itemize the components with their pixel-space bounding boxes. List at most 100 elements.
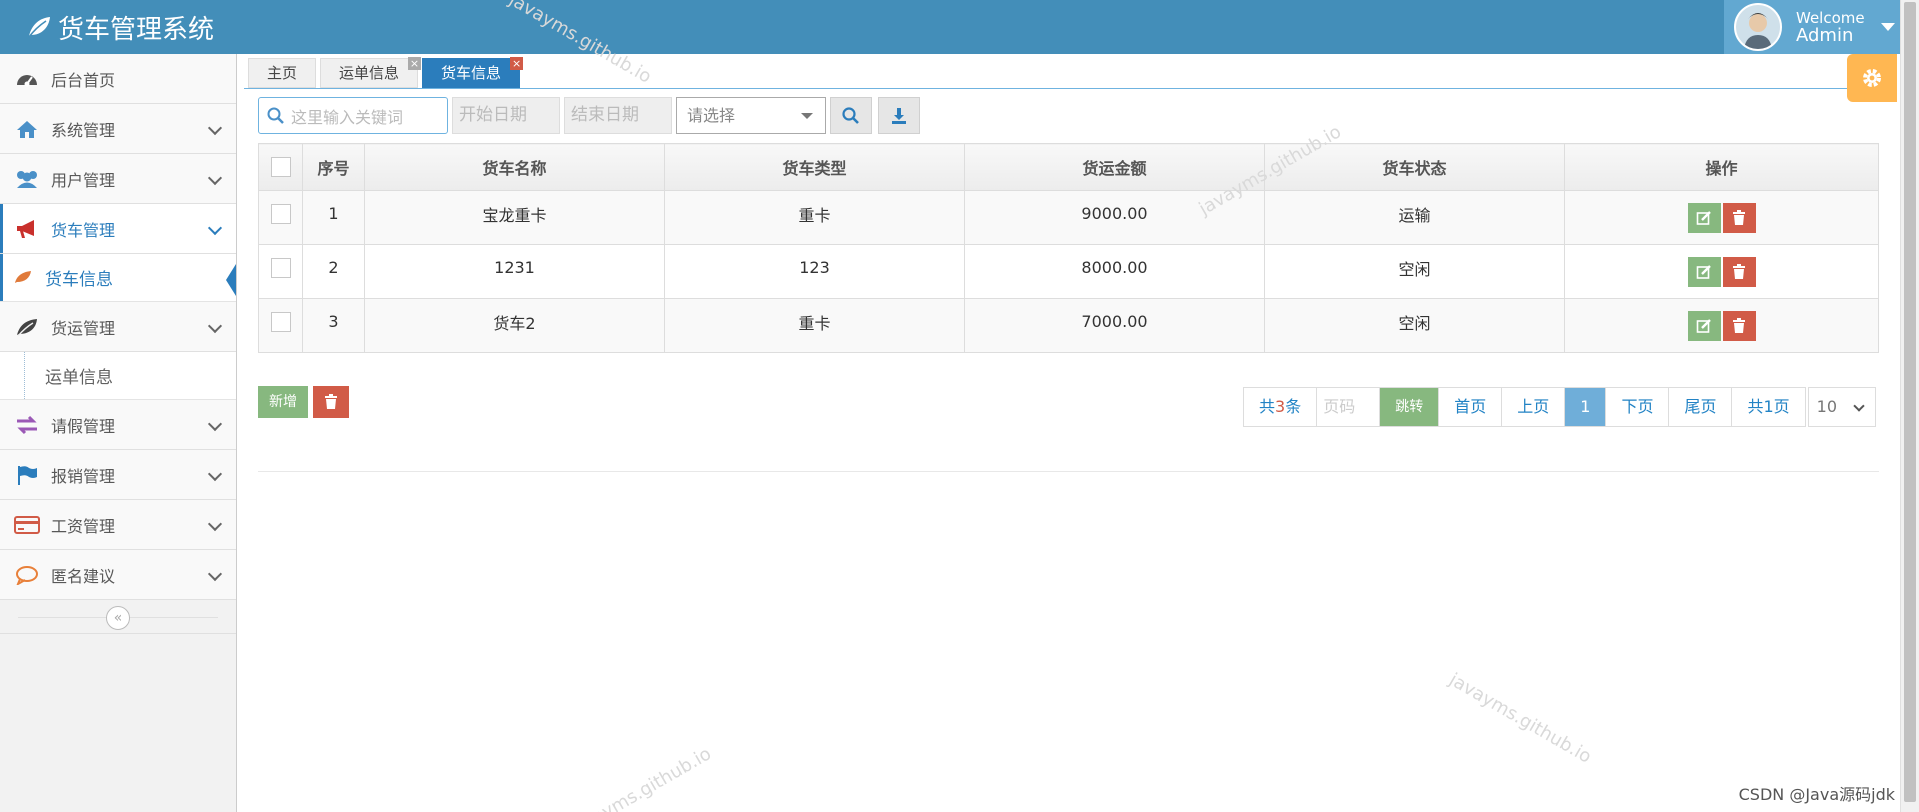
- delete-button[interactable]: [1722, 202, 1756, 233]
- sidebar-item-reimburse[interactable]: 报销管理: [0, 450, 236, 500]
- start-date-input[interactable]: 开始日期: [452, 97, 560, 134]
- end-date-input[interactable]: 结束日期: [564, 97, 672, 134]
- tab-waybill[interactable]: 运单信息 ×: [320, 57, 422, 88]
- flag-icon: [13, 464, 41, 486]
- dashboard-icon: [13, 68, 41, 90]
- current-page[interactable]: 1: [1564, 387, 1607, 427]
- search-input[interactable]: 这里输入关键词: [258, 97, 448, 134]
- row-checkbox[interactable]: [270, 311, 291, 332]
- brand[interactable]: 货车管理系统: [26, 8, 214, 46]
- tab-bar: 主页 运单信息 × 货车信息 ×: [248, 57, 524, 88]
- table-header-row: 序号 货车名称 货车类型 货运金额 货车状态 操作: [258, 143, 1879, 191]
- cell-actions: [1564, 190, 1879, 245]
- users-icon: [13, 168, 41, 190]
- sidebar-item-salary[interactable]: 工资管理: [0, 500, 236, 550]
- sidebar-subitem-truck-info[interactable]: 货车信息: [0, 254, 236, 302]
- edit-icon: [1696, 264, 1711, 279]
- total-suffix: 条: [1285, 397, 1302, 416]
- chevron-down-icon: [207, 466, 223, 482]
- sidebar-item-truck[interactable]: 货车管理: [0, 204, 236, 254]
- col-header[interactable]: 货车名称: [364, 143, 665, 191]
- sidebar-item-leave[interactable]: 请假管理: [0, 400, 236, 450]
- credit-card-icon: [13, 514, 41, 536]
- row-select-cell: [258, 190, 303, 245]
- sidebar-item-label: 运单信息: [45, 368, 113, 388]
- page-number-input[interactable]: 页码: [1316, 387, 1381, 427]
- sidebar-item-label: 货车信息: [45, 270, 113, 290]
- chevron-down-icon: [1852, 400, 1865, 412]
- page-scrollbar[interactable]: [1900, 0, 1919, 812]
- col-header[interactable]: 货车类型: [664, 143, 965, 191]
- sidebar-item-freight[interactable]: 货运管理: [0, 302, 236, 352]
- sidebar-item-system[interactable]: 系统管理: [0, 104, 236, 154]
- trash-icon: [1733, 317, 1745, 333]
- trash-icon: [325, 394, 337, 409]
- scrollbar-thumb[interactable]: [1904, 2, 1916, 802]
- first-page-button[interactable]: 首页: [1438, 387, 1503, 427]
- close-icon[interactable]: ×: [408, 57, 422, 70]
- sidebar-item-label: 后台首页: [51, 70, 116, 90]
- batch-delete-button[interactable]: [313, 386, 349, 418]
- cell-status: 空闲: [1264, 244, 1565, 299]
- next-page-button[interactable]: 下页: [1605, 387, 1670, 427]
- sidebar-item-label: 货车管理: [51, 220, 116, 240]
- app-title: 货车管理系统: [58, 14, 215, 45]
- double-chevron-left-icon[interactable]: «: [106, 606, 130, 630]
- page-size-select[interactable]: 10: [1807, 387, 1876, 427]
- download-icon: [892, 107, 906, 124]
- sidebar-item-users[interactable]: 用户管理: [0, 154, 236, 204]
- chevron-down-icon: [207, 318, 223, 334]
- edit-button[interactable]: [1687, 256, 1721, 287]
- row-checkbox[interactable]: [270, 203, 291, 224]
- sidebar: 后台首页 系统管理 用户管理 货车管理 货车信息 货运管理 运单信息 请假管理 …: [0, 54, 237, 812]
- add-button[interactable]: 新增: [258, 386, 308, 418]
- cell-actions: [1564, 298, 1879, 353]
- edit-button[interactable]: [1687, 202, 1721, 233]
- caret-down-icon[interactable]: [1880, 23, 1895, 31]
- chevron-down-icon: [207, 120, 223, 136]
- gear-icon: [1863, 69, 1881, 87]
- total-count: 共3条: [1243, 387, 1318, 427]
- settings-button[interactable]: [1847, 54, 1897, 102]
- search-button[interactable]: [830, 97, 872, 134]
- close-icon[interactable]: ×: [510, 57, 524, 70]
- prev-page-button[interactable]: 上页: [1501, 387, 1566, 427]
- chevron-down-icon: [207, 516, 223, 532]
- table-row: 3 货车2 重卡 7000.00 空闲: [258, 298, 1879, 353]
- last-page-button[interactable]: 尾页: [1668, 387, 1733, 427]
- select-value: 请选择: [687, 106, 736, 125]
- truck-table: 序号 货车名称 货车类型 货运金额 货车状态 操作 1 宝龙重卡 重卡 9000…: [258, 143, 1879, 353]
- col-header[interactable]: 货运金额: [964, 143, 1265, 191]
- sidebar-item-label: 请假管理: [51, 416, 116, 436]
- sidebar-subitem-waybill[interactable]: 运单信息: [0, 352, 236, 400]
- chevron-down-icon: [207, 566, 223, 582]
- watermark: javayms.github.io: [565, 743, 715, 812]
- table-row: 1 宝龙重卡 重卡 9000.00 运输: [258, 190, 1879, 245]
- user-menu[interactable]: Welcome Admin: [1724, 0, 1900, 54]
- status-select[interactable]: 请选择: [676, 97, 826, 134]
- sidebar-item-label: 工资管理: [51, 516, 116, 536]
- edit-icon: [1696, 210, 1711, 225]
- sidebar-item-suggestion[interactable]: 匿名建议: [0, 550, 236, 600]
- leaf-icon: [13, 316, 41, 338]
- chevron-down-icon: [207, 416, 223, 432]
- tab-truck-info[interactable]: 货车信息 ×: [422, 57, 524, 88]
- delete-button[interactable]: [1722, 310, 1756, 341]
- trash-icon: [1733, 263, 1745, 279]
- sidebar-item-dashboard[interactable]: 后台首页: [0, 54, 236, 104]
- export-button[interactable]: [878, 97, 920, 134]
- select-all-checkbox[interactable]: [270, 157, 291, 178]
- cell-name: 1231: [364, 244, 665, 299]
- search-placeholder: 这里输入关键词: [291, 107, 404, 127]
- cell-type: 123: [664, 244, 965, 299]
- jump-button[interactable]: 跳转: [1379, 387, 1440, 427]
- col-header[interactable]: 序号: [302, 143, 365, 191]
- edit-button[interactable]: [1687, 310, 1721, 341]
- user-info: Welcome Admin: [1796, 10, 1865, 45]
- delete-button[interactable]: [1722, 256, 1756, 287]
- row-select-cell: [258, 244, 303, 299]
- row-checkbox[interactable]: [270, 257, 291, 278]
- cell-status: 空闲: [1264, 298, 1565, 353]
- tab-home[interactable]: 主页: [248, 58, 317, 88]
- cell-type: 重卡: [664, 298, 965, 353]
